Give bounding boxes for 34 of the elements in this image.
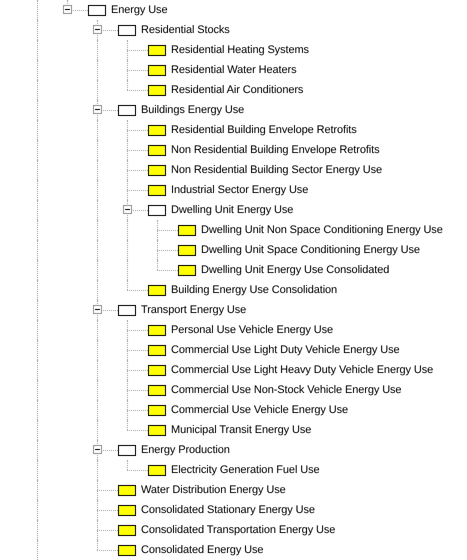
tree-item[interactable]: Consolidated Transportation Energy Use (141, 522, 336, 538)
collapse-icon[interactable] (93, 25, 102, 34)
tree-item[interactable]: Consolidated Energy Use (141, 542, 264, 558)
tree-item[interactable]: Electricity Generation Fuel Use (171, 462, 320, 478)
tree-item[interactable]: Residential Heating Systems (171, 42, 309, 58)
tree-item[interactable]: Residential Water Heaters (171, 62, 296, 78)
tree-item[interactable]: Building Energy Use Consolidation (171, 282, 338, 298)
tree-item[interactable]: Non Residential Building Sector Energy Use (171, 162, 382, 178)
tree-item[interactable]: Commercial Use Light Duty Vehicle Energy Use (171, 342, 400, 358)
tree-item[interactable]: Commercial Use Vehicle Energy Use (171, 402, 348, 418)
tree-item[interactable]: Non Residential Building Envelope Retrofits (171, 142, 380, 158)
tree-item[interactable]: Dwelling Unit Non Space Conditioning Energy Use (201, 222, 443, 238)
tree-item[interactable]: Residential Stocks (141, 22, 230, 38)
tree-item[interactable]: Commercial Use Light Heavy Duty Vehicle Energy Use (171, 362, 434, 378)
collapse-icon[interactable] (93, 105, 102, 114)
tree-item[interactable]: Transport Energy Use (141, 302, 246, 318)
collapse-icon[interactable] (93, 445, 102, 454)
collapse-icon[interactable] (123, 205, 132, 214)
tree-item[interactable]: Personal Use Vehicle Energy Use (171, 322, 333, 338)
tree-item[interactable]: Dwelling Unit Space Conditioning Energy Use (201, 242, 420, 258)
collapse-icon[interactable] (63, 5, 72, 14)
tree-item[interactable]: Residential Building Envelope Retrofits (171, 122, 357, 138)
tree-item[interactable]: Dwelling Unit Energy Use (171, 202, 294, 218)
tree-item[interactable]: Consolidated Stationary Energy Use (141, 502, 315, 518)
tree-item[interactable]: Buildings Energy Use (141, 102, 244, 118)
collapse-icon[interactable] (93, 305, 102, 314)
tree-item[interactable]: Residential Air Conditioners (171, 82, 304, 98)
tree-item[interactable]: Water Distribution Energy Use (141, 482, 286, 498)
tree-item[interactable]: Municipal Transit Energy Use (171, 422, 312, 438)
tree-item[interactable]: Commercial Use Non-Stock Vehicle Energy Use (171, 382, 402, 398)
tree-item[interactable]: Energy Use (111, 2, 168, 18)
tree-item[interactable]: Energy Production (141, 442, 230, 458)
tree-item[interactable]: Industrial Sector Energy Use (171, 182, 308, 198)
tree-item[interactable]: Dwelling Unit Energy Use Consolidated (201, 262, 390, 278)
